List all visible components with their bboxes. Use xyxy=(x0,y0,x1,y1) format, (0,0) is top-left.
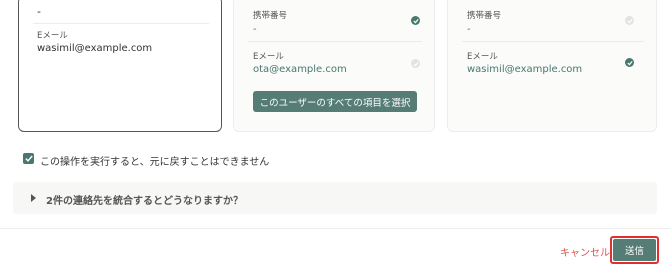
confirm-irreversible-label[interactable]: この操作を実行すると、元に戻すことはできません xyxy=(40,153,269,168)
phone-selected-check-icon[interactable] xyxy=(411,16,420,25)
chevron-right-icon xyxy=(31,194,36,202)
email-value: wasimil@example.com xyxy=(37,43,153,54)
check-icon xyxy=(24,155,33,162)
email-value: ota@example.com xyxy=(253,64,347,75)
phone-value: - xyxy=(253,24,257,35)
cancel-button[interactable]: キャンセル xyxy=(560,244,610,259)
email-label: Eメール xyxy=(467,52,498,62)
contact-card-middle: 携帯番号 - Eメール ota@example.com xyxy=(233,0,435,132)
contact-card-right: 携帯番号 - Eメール wasimil@example.com xyxy=(447,0,657,132)
email-value: wasimil@example.com xyxy=(467,64,583,75)
confirm-irreversible-checkbox[interactable] xyxy=(23,153,34,164)
merge-info-accordion[interactable]: 2件の連絡先を統合するとどうなりますか？ xyxy=(13,182,657,214)
email-selected-check-icon[interactable] xyxy=(625,58,634,67)
email-unselected-check-icon[interactable] xyxy=(411,59,420,68)
phone-label: 携帯番号 xyxy=(467,11,502,21)
phone-unselected-check-icon[interactable] xyxy=(625,16,634,25)
email-label: Eメール xyxy=(37,31,68,41)
submit-button[interactable]: 送信 xyxy=(613,239,656,261)
select-all-items-button[interactable]: このユーザーのすべての項目を選択 xyxy=(253,91,417,112)
phone-value: - xyxy=(467,24,471,35)
accordion-title: 2件の連絡先を統合するとどうなりますか？ xyxy=(46,196,243,207)
phone-label: 携帯番号 xyxy=(253,11,288,21)
email-label: Eメール xyxy=(253,52,284,62)
divider xyxy=(33,23,209,24)
top-field-value: - xyxy=(37,5,41,18)
divider xyxy=(248,41,422,42)
footer-divider xyxy=(0,228,670,229)
divider xyxy=(462,41,644,42)
contact-card-left[interactable]: - Eメール wasimil@example.com xyxy=(18,0,222,132)
